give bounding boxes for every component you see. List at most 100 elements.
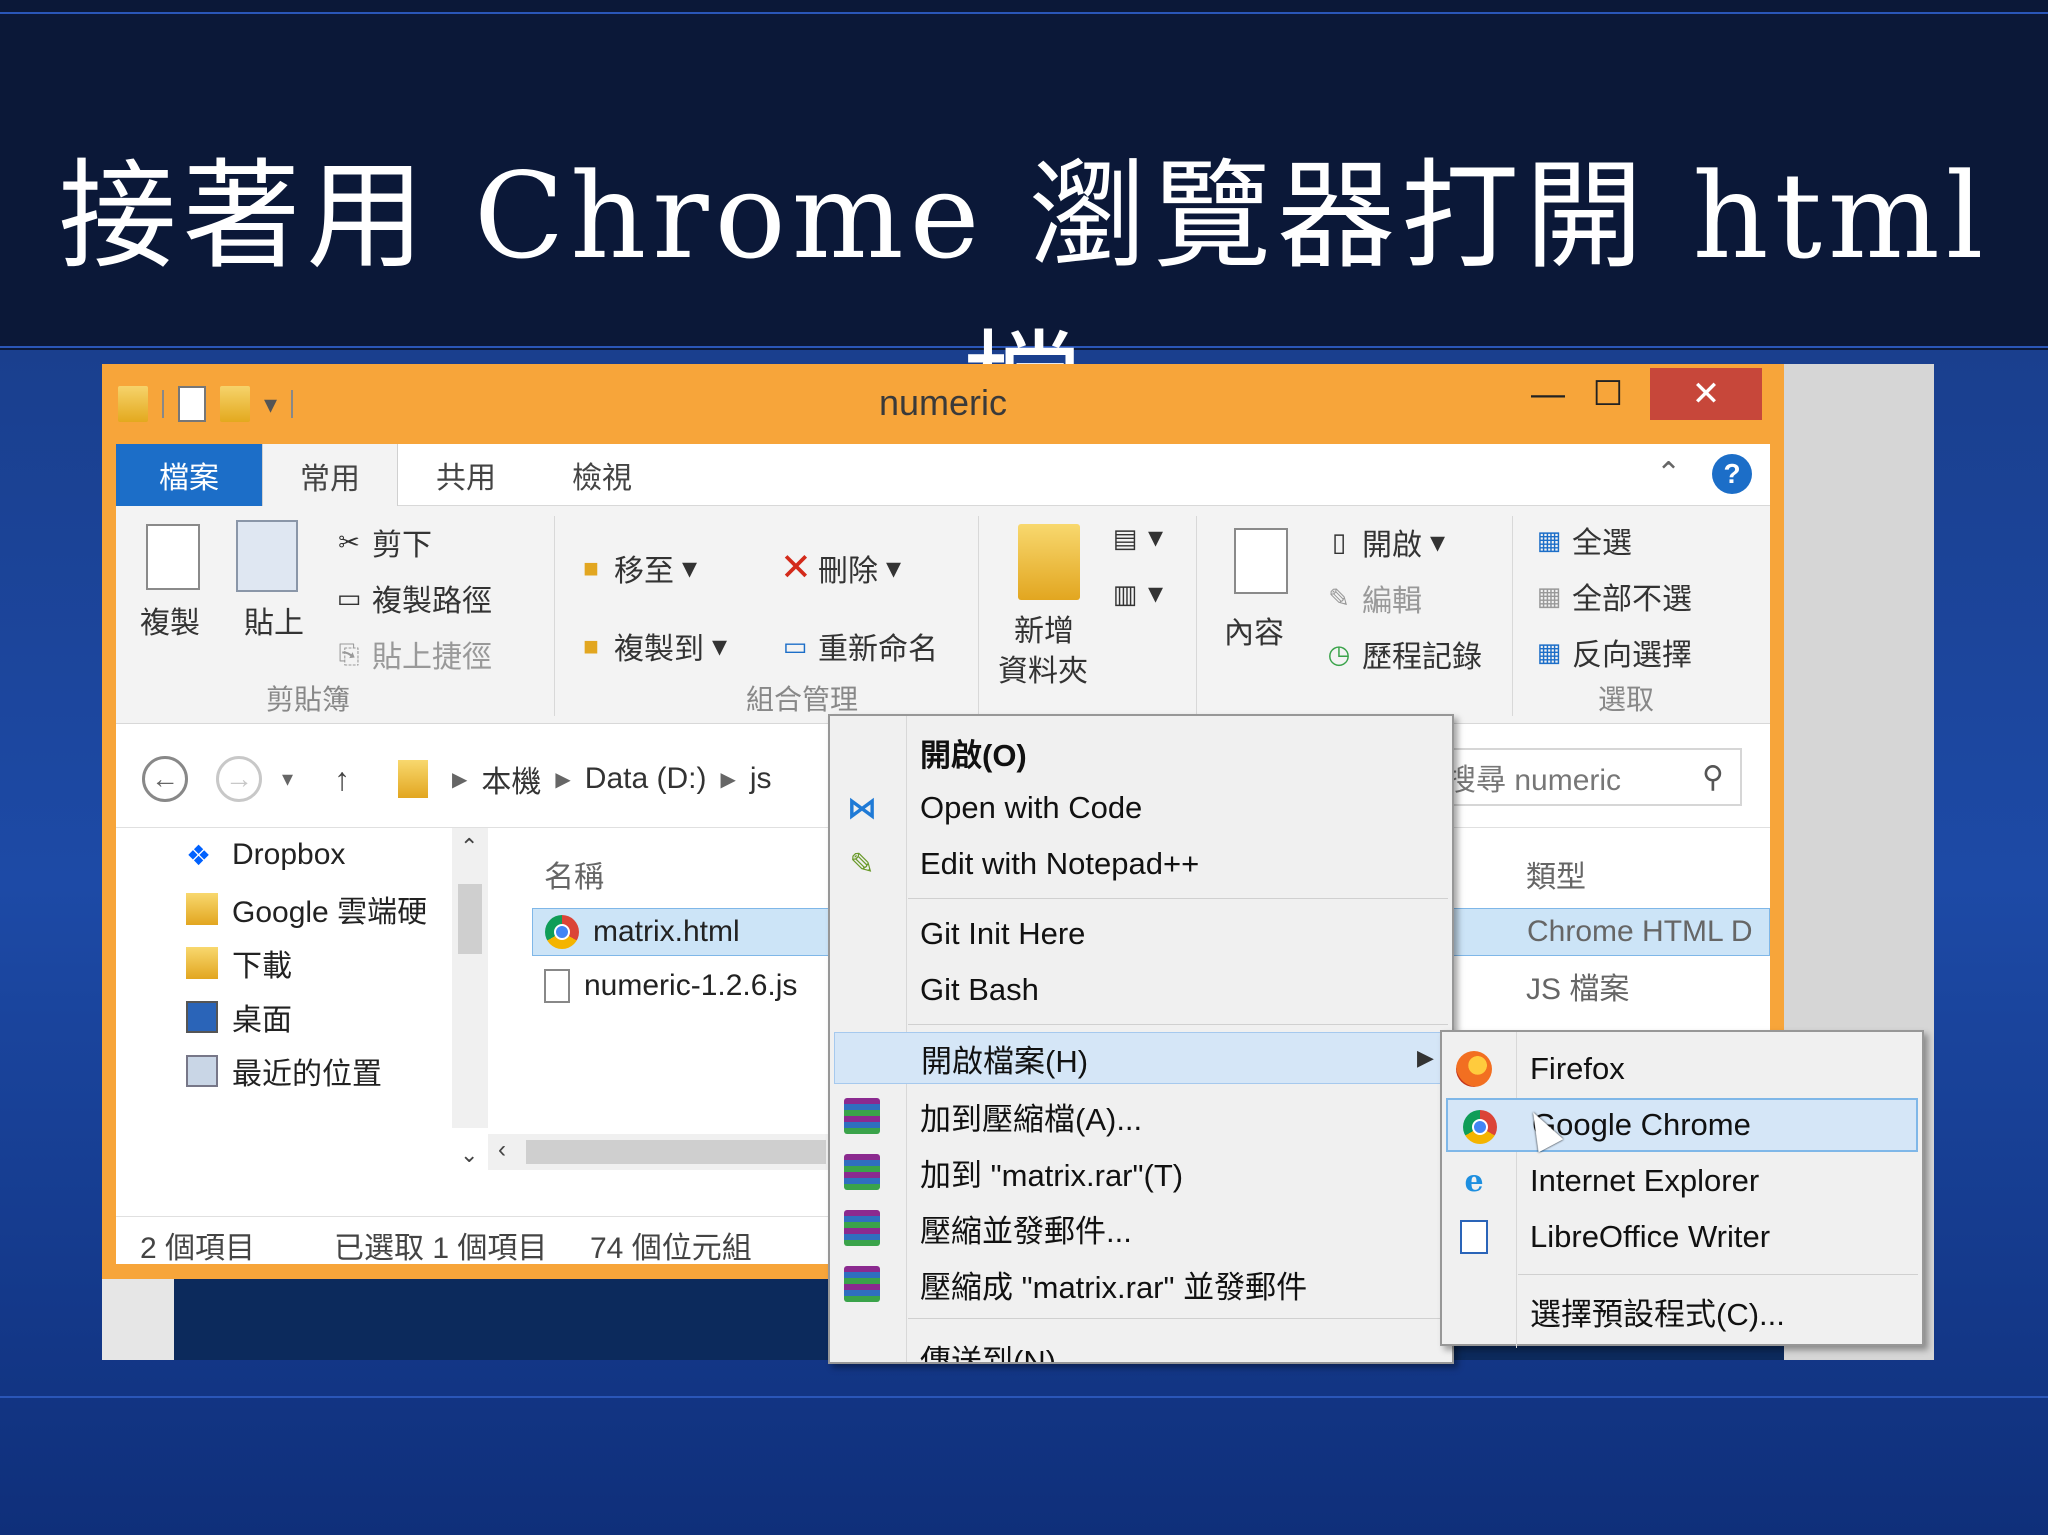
paste-shortcut-button[interactable]: 貼上捷徑 [372, 632, 492, 676]
invert-selection-button[interactable]: 反向選擇 [1572, 630, 1692, 674]
menu-item-open[interactable]: 開啟(O) [830, 726, 1452, 778]
copy-to-button[interactable]: 複製到 [614, 624, 704, 668]
file-type: JS 檔案 [1526, 973, 1630, 1006]
recent-locations-icon[interactable]: ▾ [282, 756, 293, 802]
breadcrumb-this-pc[interactable]: 本機 [481, 757, 541, 801]
title-bar[interactable]: ▾ numeric — ☐ ✕ [102, 364, 1784, 444]
libreoffice-writer-icon [1456, 1219, 1492, 1255]
cut-button[interactable]: 剪下 [372, 520, 432, 564]
column-header-name[interactable]: 名稱 [544, 852, 604, 896]
nav-item-label: 最近的位置 [232, 1058, 382, 1091]
paste-button[interactable]: 貼上 [244, 598, 304, 642]
history-button[interactable]: 歷程記錄 [1362, 632, 1482, 676]
copy-path-button[interactable]: 複製路徑 [372, 576, 492, 620]
back-button[interactable]: ← [142, 756, 188, 802]
scroll-down-icon[interactable]: ⌄ [460, 1142, 478, 1168]
properties-icon[interactable] [1234, 528, 1288, 594]
scroll-thumb[interactable] [526, 1140, 826, 1164]
submenu-item-choose-default[interactable]: 選擇預設程式(C)... [1442, 1284, 1922, 1338]
group-label-organize: 組合管理 [746, 684, 859, 715]
nav-scrollbar[interactable]: ⌃ [452, 828, 488, 1128]
new-folder-line1[interactable]: 新增 [1014, 606, 1074, 650]
help-icon[interactable]: ? [1712, 454, 1752, 494]
tab-share[interactable]: 共用 [398, 444, 534, 506]
submenu-item-google-chrome[interactable]: Google Chrome [1446, 1098, 1918, 1152]
menu-item-compress-email[interactable]: 壓縮並發郵件... [830, 1202, 1452, 1254]
search-input[interactable]: 搜尋 numeric ⚲ [1432, 748, 1742, 806]
paste-icon[interactable] [236, 520, 298, 592]
nav-item-downloads[interactable]: 下載 [186, 942, 292, 984]
breadcrumb-data-drive[interactable]: Data (D:) [585, 762, 707, 796]
new-folder-icon[interactable] [1018, 524, 1080, 600]
select-all-button[interactable]: 全選 [1572, 518, 1632, 562]
copy-button[interactable]: 複製 [140, 598, 200, 642]
new-item-icon[interactable]: ▤ [1110, 523, 1140, 553]
chevron-down-icon: ▾ [682, 551, 698, 585]
menu-item-add-matrix-rar[interactable]: 加到 "matrix.rar"(T) [830, 1146, 1452, 1198]
rename-icon: ▭ [782, 631, 808, 661]
move-to-icon: ■ [583, 553, 599, 583]
menu-item-add-archive[interactable]: 加到壓縮檔(A)... [830, 1090, 1452, 1142]
up-arrow-icon[interactable]: ↑ [334, 756, 350, 802]
copy-icon[interactable] [146, 524, 200, 590]
edit-icon: ✎ [1328, 583, 1350, 613]
move-to-button[interactable]: 移至 [614, 546, 674, 590]
menu-item-label: Git Init Here [920, 916, 1086, 951]
tab-home[interactable]: 常用 [262, 444, 398, 507]
address-bar[interactable]: ▶ 本機 ▶ Data (D:) ▶ js [398, 756, 772, 802]
chevron-right-icon: ▶ [720, 768, 736, 791]
maximize-button[interactable]: ☐ [1562, 368, 1654, 420]
menu-item-git-bash[interactable]: Git Bash [830, 964, 1452, 1016]
submenu-item-firefox[interactable]: Firefox [1442, 1042, 1922, 1096]
scroll-up-icon[interactable]: ⌃ [460, 834, 478, 860]
file-name: numeric-1.2.6.js [584, 969, 798, 1002]
menu-item-label: 壓縮並發郵件... [920, 1213, 1132, 1249]
menu-item-open-with-code[interactable]: ⋈ Open with Code [830, 782, 1452, 834]
tab-view[interactable]: 檢視 [534, 444, 670, 506]
rename-button[interactable]: 重新命名 [818, 624, 938, 668]
scroll-thumb[interactable] [458, 884, 482, 954]
menu-item-label: Edit with Notepad++ [920, 846, 1200, 881]
menu-item-label: Open with Code [920, 790, 1143, 825]
desktop-icon [186, 1001, 218, 1033]
submenu-item-libreoffice-writer[interactable]: LibreOffice Writer [1442, 1210, 1922, 1264]
search-icon[interactable]: ⚲ [1702, 760, 1724, 795]
menu-item-git-init[interactable]: Git Init Here [830, 908, 1452, 960]
chrome-icon [1462, 1109, 1498, 1145]
nav-item-desktop[interactable]: 桌面 [186, 996, 292, 1038]
dropbox-icon: ❖ [186, 840, 212, 871]
menu-item-send-to[interactable]: 傳送到(N) [830, 1328, 1452, 1364]
menu-separator [908, 1024, 1448, 1025]
chevron-down-icon: ▾ [1430, 525, 1446, 559]
nav-item-dropbox[interactable]: ❖ Dropbox [186, 834, 345, 876]
nav-item-recent[interactable]: 最近的位置 [186, 1050, 382, 1092]
notepad-plus-plus-icon: ✎ [849, 847, 875, 881]
new-folder-line2[interactable]: 資料夾 [998, 646, 1088, 690]
nav-item-google-drive[interactable]: Google 雲端硬 [186, 888, 427, 930]
status-size: 74 個位元組 [590, 1232, 752, 1265]
chevron-right-icon: ▶ [452, 768, 468, 791]
open-button[interactable]: 開啟 [1362, 520, 1422, 564]
select-all-icon: ▦ [1536, 525, 1562, 555]
slide-top-rule [0, 12, 2048, 14]
menu-item-notepadpp[interactable]: ✎ Edit with Notepad++ [830, 838, 1452, 890]
recent-places-icon [186, 1055, 218, 1087]
easy-access-icon[interactable]: ▥ [1110, 579, 1140, 609]
edit-button[interactable]: 編輯 [1362, 576, 1422, 620]
menu-item-compress-rar-email[interactable]: 壓縮成 "matrix.rar" 並發郵件 [830, 1258, 1452, 1310]
delete-button[interactable]: 刪除 [818, 546, 878, 590]
properties-button[interactable]: 內容 [1224, 608, 1284, 652]
close-button[interactable]: ✕ [1650, 368, 1762, 420]
menu-item-open-with[interactable]: 開啟檔案(H) ▶ [834, 1032, 1448, 1084]
collapse-ribbon-icon[interactable]: ⌃ [1656, 456, 1681, 491]
column-header-type[interactable]: 類型 [1526, 852, 1586, 896]
forward-button[interactable]: → [216, 756, 262, 802]
menu-item-label: 傳送到(N) [920, 1344, 1057, 1364]
tab-file[interactable]: 檔案 [116, 444, 262, 506]
open-icon: ▯ [1331, 527, 1347, 557]
nav-item-label: Dropbox [232, 838, 346, 871]
submenu-item-internet-explorer[interactable]: e Internet Explorer [1442, 1154, 1922, 1208]
select-none-button[interactable]: 全部不選 [1572, 574, 1692, 618]
scroll-left-icon[interactable]: ‹ [498, 1136, 506, 1164]
breadcrumb-js[interactable]: js [750, 762, 772, 796]
